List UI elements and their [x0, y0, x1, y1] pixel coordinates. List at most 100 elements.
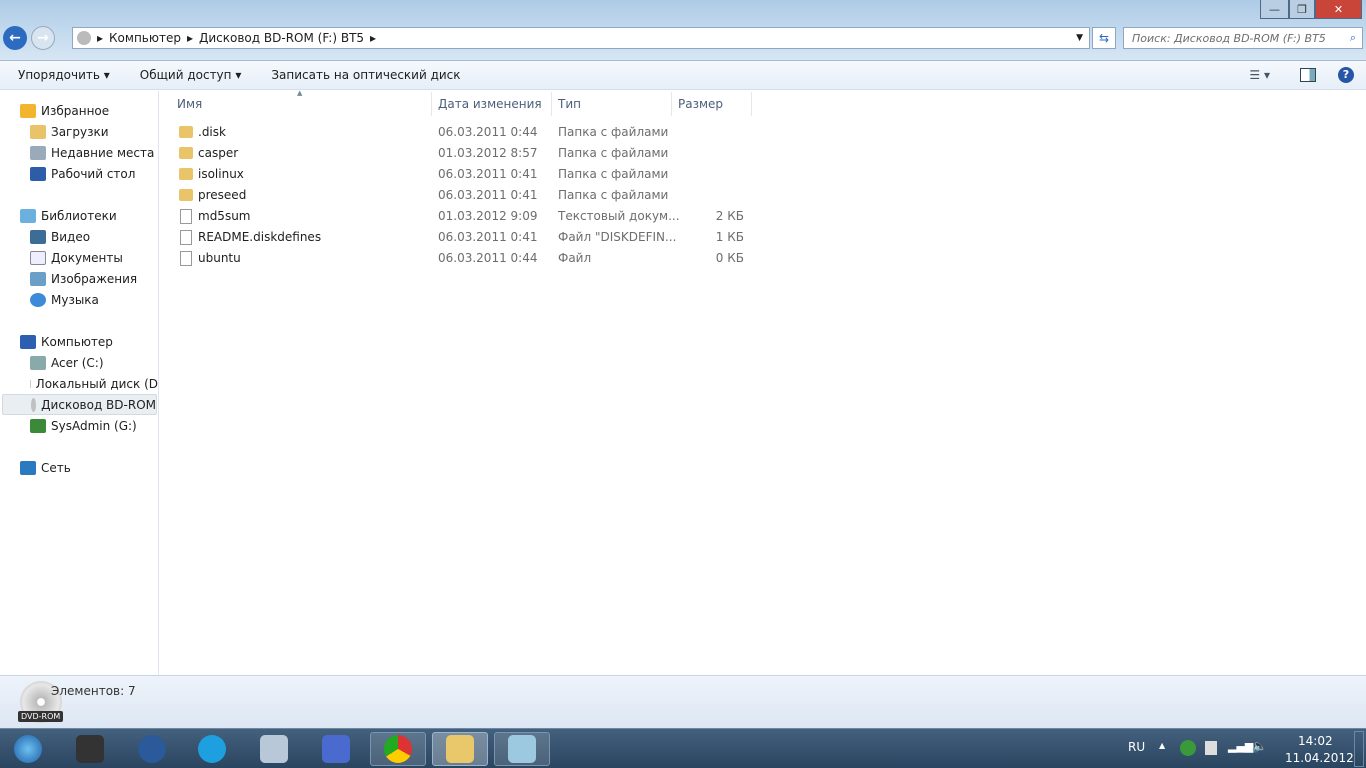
- file-name: preseed: [198, 188, 247, 202]
- file-type: Папка с файлами: [558, 188, 669, 202]
- clock-time[interactable]: 14:02: [1298, 734, 1333, 748]
- taskbar-chrome[interactable]: [370, 732, 426, 766]
- sidebar-item-libraries[interactable]: Библиотеки: [20, 205, 117, 226]
- sidebar-item-recent[interactable]: Недавние места: [30, 142, 154, 163]
- preview-pane-icon[interactable]: [1300, 68, 1316, 82]
- column-header-date[interactable]: Дата изменения: [432, 92, 552, 116]
- burn-button[interactable]: Записать на оптический диск: [271, 68, 460, 82]
- recent-places-icon: [30, 145, 46, 160]
- sidebar-item-documents[interactable]: Документы: [30, 247, 123, 268]
- share-button[interactable]: Общий доступ ▾: [140, 68, 242, 82]
- sidebar-item-drive-f[interactable]: Дисковод BD-ROM: [2, 394, 157, 415]
- column-header-type[interactable]: Тип: [552, 92, 672, 116]
- network-signal-icon[interactable]: ▂▄▆: [1228, 740, 1253, 753]
- sidebar-item-favorites[interactable]: Избранное: [20, 100, 109, 121]
- show-desktop-button[interactable]: [1354, 731, 1364, 767]
- file-date: 06.03.2011 0:41: [438, 167, 538, 181]
- column-header-size[interactable]: Размер: [672, 92, 752, 116]
- minimize-button[interactable]: —: [1260, 0, 1289, 19]
- taskbar-media-player[interactable]: [62, 732, 118, 766]
- file-type: Файл "DISKDEFIN...: [558, 230, 677, 244]
- clock-date[interactable]: 11.04.2012: [1285, 751, 1354, 765]
- system-drive-icon: [30, 355, 46, 370]
- sidebar-item-desktop[interactable]: Рабочий стол: [30, 163, 135, 184]
- images-icon: [30, 271, 46, 286]
- file-date: 01.03.2012 9:09: [438, 209, 538, 223]
- file-name: ubuntu: [198, 251, 241, 265]
- media-player-icon: [76, 735, 104, 763]
- taskbar-calculator[interactable]: [246, 732, 302, 766]
- file-name: isolinux: [198, 167, 244, 181]
- language-indicator[interactable]: RU: [1128, 740, 1145, 754]
- folder-icon: [179, 126, 193, 138]
- file-row[interactable]: preseed 06.03.2011 0:41 Папка с файлами: [170, 185, 750, 206]
- file-icon: [180, 251, 192, 266]
- taskbar-explorer[interactable]: [432, 732, 488, 766]
- sidebar-item-music[interactable]: Музыка: [30, 289, 99, 310]
- file-size: 1 КБ: [715, 230, 744, 244]
- taskbar-notepad[interactable]: [494, 732, 550, 766]
- breadcrumb-computer[interactable]: Компьютер: [109, 31, 181, 45]
- star-icon: [20, 103, 36, 118]
- taskbar-app[interactable]: [308, 732, 364, 766]
- address-bar[interactable]: ▸ Компьютер ▸ Дисковод BD-ROM (F:) BT5 ▸…: [72, 27, 1090, 49]
- back-button[interactable]: ←: [3, 26, 27, 50]
- history-dropdown-icon[interactable]: ▼: [1076, 33, 1083, 43]
- help-icon[interactable]: ?: [1338, 67, 1354, 83]
- computer-icon: [20, 334, 36, 349]
- file-row[interactable]: .disk 06.03.2011 0:44 Папка с файлами: [170, 122, 750, 143]
- taskbar-thunderbird[interactable]: [124, 732, 180, 766]
- file-type: Текстовый докум...: [558, 209, 680, 223]
- power-icon[interactable]: [1205, 741, 1217, 755]
- file-type: Файл: [558, 251, 592, 265]
- search-icon: ⌕: [1349, 31, 1356, 44]
- command-bar: Упорядочить ▾ Общий доступ ▾ Записать на…: [0, 60, 1366, 90]
- file-icon: [180, 209, 192, 224]
- organize-button[interactable]: Упорядочить ▾: [18, 68, 110, 82]
- file-date: 01.03.2012 8:57: [438, 146, 538, 160]
- item-count: Элементов: 7: [51, 684, 136, 698]
- file-row[interactable]: casper 01.03.2012 8:57 Папка с файлами: [170, 143, 750, 164]
- sidebar-item-drive-g[interactable]: SysAdmin (G:): [30, 415, 137, 436]
- utorrent-icon[interactable]: [1180, 740, 1196, 756]
- sort-ascending-icon: ▲: [297, 89, 303, 97]
- file-row[interactable]: isolinux 06.03.2011 0:41 Папка с файлами: [170, 164, 750, 185]
- refresh-button[interactable]: ⇆: [1092, 27, 1116, 49]
- folder-icon: [446, 735, 474, 763]
- view-options-icon[interactable]: ☰ ▾: [1249, 68, 1270, 82]
- drive-label: DVD-ROM: [18, 711, 64, 722]
- file-row[interactable]: README.diskdefines 06.03.2011 0:41 Файл "D…: [170, 227, 750, 248]
- notepad-icon: [508, 735, 536, 763]
- optical-drive-icon: [31, 397, 37, 412]
- show-hidden-icons[interactable]: ▲: [1159, 741, 1165, 750]
- sidebar-item-downloads[interactable]: Загрузки: [30, 121, 109, 142]
- sidebar-item-drive-d[interactable]: Локальный диск (D: [30, 373, 158, 394]
- file-type: Папка с файлами: [558, 125, 669, 139]
- breadcrumb-drive[interactable]: Дисковод BD-ROM (F:) BT5: [199, 31, 364, 45]
- title-bar: — ❐ ✕ ← → ▸ Компьютер ▸ Дисковод BD-ROM …: [0, 0, 1366, 60]
- navigation-pane: Избранное Загрузки Недавние места Рабочи…: [0, 91, 159, 675]
- forward-button[interactable]: →: [31, 26, 55, 50]
- file-row[interactable]: ubuntu 06.03.2011 0:44 Файл 0 КБ: [170, 248, 750, 269]
- documents-icon: [30, 250, 46, 265]
- volume-icon[interactable]: 🔈: [1252, 739, 1267, 753]
- sidebar-item-images[interactable]: Изображения: [30, 268, 137, 289]
- chrome-icon: [384, 735, 412, 763]
- downloads-icon: [30, 124, 46, 139]
- file-name: README.diskdefines: [198, 230, 322, 244]
- file-size: 2 КБ: [715, 209, 744, 223]
- search-input[interactable]: Поиск: Дисковод BD-ROM (F:) BT5 ⌕: [1123, 27, 1363, 49]
- file-type: Папка с файлами: [558, 146, 669, 160]
- calculator-icon: [260, 735, 288, 763]
- sidebar-item-computer[interactable]: Компьютер: [20, 331, 113, 352]
- close-button[interactable]: ✕: [1315, 0, 1362, 19]
- file-name: casper: [198, 146, 239, 160]
- sidebar-item-network[interactable]: Сеть: [20, 457, 71, 478]
- sidebar-item-drive-c[interactable]: Acer (C:): [30, 352, 104, 373]
- network-icon: [20, 460, 36, 475]
- start-button[interactable]: [0, 732, 56, 766]
- taskbar-skype[interactable]: [184, 732, 240, 766]
- file-row[interactable]: md5sum 01.03.2012 9:09 Текстовый докум... 2…: [170, 206, 750, 227]
- maximize-button[interactable]: ❐: [1289, 0, 1315, 19]
- sidebar-item-video[interactable]: Видео: [30, 226, 90, 247]
